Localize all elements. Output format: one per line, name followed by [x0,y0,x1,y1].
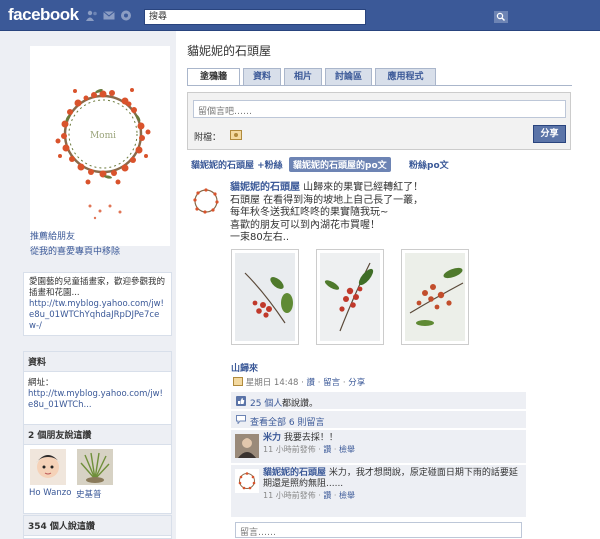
post-photo-3[interactable] [401,249,469,345]
post-author-name[interactable]: 貓妮妮的石頭屋 [230,182,300,193]
album-link[interactable]: 山歸來 [231,361,258,374]
photo-type-icon [233,377,243,386]
view-all-comments-link[interactable]: 查看全部 6 則留言 [250,415,324,428]
remove-from-likes-link[interactable]: 從我的喜愛專頁中移除 [30,244,120,257]
likes-suffix: 都說讚。 [282,399,319,409]
top-bar: facebook 搜尋 [0,0,600,31]
comment-text: 我要去採！！ [281,433,338,443]
tab-discussion[interactable]: 討論區 [325,68,372,86]
wall-composer: 留個言吧…… 附檔： [187,92,571,150]
post-photo-1[interactable] [231,249,299,345]
post-meta: 星期日 14:48 · 讚 · 留言 · 分享 [233,376,365,388]
website-label: 網址： [28,378,54,388]
likes-count-header: 354 個人說這讚 [24,516,171,536]
comment-time: 11 小時前發佈 [263,445,316,454]
share-button[interactable]: 分享 [533,125,566,143]
comment-report-link[interactable]: 檢舉 [339,445,355,454]
commenter-avatar[interactable] [235,469,259,493]
post-comment-link[interactable]: 留言 [323,378,340,388]
comment-report-link[interactable]: 檢舉 [339,491,355,500]
comment-like-link[interactable]: 讚 [323,491,331,500]
left-column: Momi 推薦給朋友 從我的喜愛專頁中移除 愛園藝的兒童插畫家，歡迎參觀我的插畫… [0,31,176,539]
comment-author[interactable]: 貓妮妮的石頭屋 [263,468,326,478]
composer-input[interactable]: 留個言吧…… [193,100,566,118]
post-line-2: 石頭屋 在看得到海的坡地上自己長了一叢， [230,194,424,206]
post-message: 貓妮妮的石頭屋 山歸來的果實已經轉紅了！ 石頭屋 在看得到海的坡地上自己長了一叢… [230,182,470,245]
post-author-avatar[interactable] [188,183,224,219]
tab-divider [187,85,572,86]
tab-wall[interactable]: 塗鴉牆 [187,68,240,86]
search-input[interactable]: 搜尋 [144,9,508,25]
friends-like-header: 2 個朋友說這讚 [24,425,171,445]
wreath-signature: Momi [90,131,116,141]
post-line-4: 喜歡的朋友可以到內湖花市買喔！ [230,219,380,231]
view-all-comments-row[interactable]: 查看全部 6 則留言 [231,411,526,429]
friend-avatar-ho-wanzo[interactable] [30,449,66,485]
comment-bubble-icon [236,415,246,424]
post-time[interactable]: 星期日 14:48 [246,378,299,388]
likes-count-link[interactable]: 25 個人 [250,396,282,409]
post-photo-2[interactable] [316,249,384,345]
info-header: 資料 [24,352,171,372]
friend-requests-icon[interactable] [86,10,98,21]
page-title: 貓妮妮的石頭屋 [187,44,272,58]
tab-info[interactable]: 資料 [243,68,281,86]
attach-photo-icon[interactable] [230,130,242,140]
comment-time: 11 小時前發佈 [263,491,316,500]
recommend-to-friends-link[interactable]: 推薦給朋友 [30,229,75,242]
profile-picture[interactable]: Momi [30,46,170,246]
commenter-avatar[interactable] [235,434,259,458]
comment-item: 米力 我要去採！！ 11 小時前發佈 · 讚 · 檢舉 [231,430,526,464]
website-link[interactable]: http://tw.myblog.yahoo.com/jw!e8u_01WTCh… [28,389,167,411]
post-like-link[interactable]: 讚 [307,378,316,388]
friend-avatar-skip[interactable] [77,449,113,485]
filter-page-plus-fans[interactable]: 貓妮妮的石頭屋 +粉絲 [191,158,283,171]
post-share-link[interactable]: 分享 [348,378,365,388]
berry-wreath-illustration: Momi [30,46,170,246]
post-line-3: 每年秋冬送我紅咚咚的果實隨我玩~ [230,207,389,218]
search-value: 搜尋 [149,12,168,22]
thumbs-up-icon [236,396,246,406]
tab-photos[interactable]: 相片 [284,68,322,86]
comment-input[interactable]: 留言…… [235,522,522,538]
post-line-1: 山歸來的果實已經轉紅了！ [300,182,424,193]
post-line-5: 一束80左右.. [230,232,290,243]
notifications-icon[interactable] [120,10,132,21]
filter-page-posts[interactable]: 貓妮妮的石頭屋的po文 [289,157,391,172]
attach-label: 附檔： [194,133,222,143]
search-icon[interactable] [494,11,508,23]
messages-icon[interactable] [103,10,115,21]
friends-like-box: 2 個朋友說這讚 Ho Wanzo 史基普 [23,424,172,514]
about-url-link[interactable]: http://tw.myblog.yahoo.com/jw!e8u_01WTCh… [29,299,166,332]
comment-item: 貓妮妮的石頭屋 米力，我才想問說，原定碰面日期下雨的話要延期還是照約無阻....… [231,465,526,518]
tab-applications[interactable]: 應用程式 [375,68,436,86]
facebook-logo[interactable]: facebook [8,5,79,25]
friend-name-ho-wanzo[interactable]: Ho Wanzo [29,488,71,498]
likes-count-box: 354 個人說這讚 [23,515,172,539]
about-text: 愛園藝的兒童插畫家，歡迎參觀我的插畫和花園... [29,277,166,298]
about-box: 愛園藝的兒童插畫家，歡迎參觀我的插畫和花園... http://tw.myblo… [23,272,172,336]
friend-name-skip[interactable]: 史基普 [76,488,102,500]
comment-like-link[interactable]: 讚 [323,445,331,454]
likes-row: 25 個人 都說讚。 [231,392,526,410]
comment-author[interactable]: 米力 [263,433,281,443]
filter-fan-posts[interactable]: 粉絲po文 [409,158,449,171]
